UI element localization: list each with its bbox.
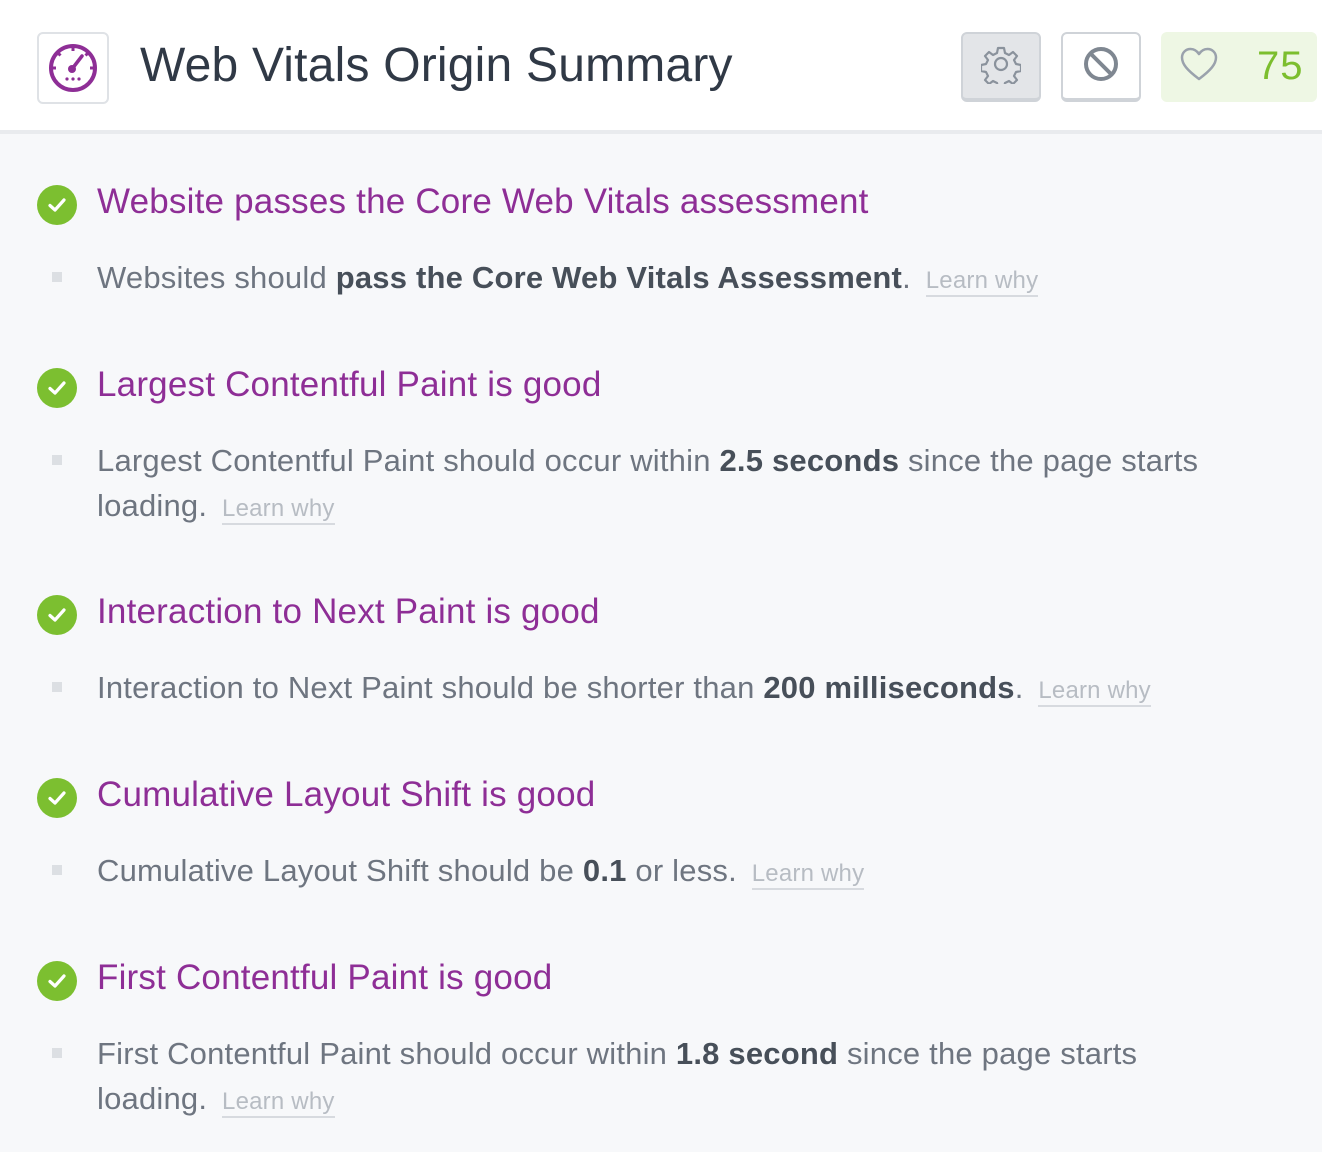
audit-title: Interaction to Next Paint is good (97, 592, 600, 631)
bullet-marker (52, 682, 62, 692)
bullet-marker (52, 865, 62, 875)
learn-why-link[interactable]: Learn why (222, 1088, 335, 1118)
speedometer-icon (37, 32, 109, 104)
audit-description: Largest Contentful Paint should occur wi… (97, 443, 1199, 525)
score-value: 75 (1257, 44, 1304, 88)
page-title: Web Vitals Origin Summary (140, 39, 733, 92)
disable-button[interactable] (1061, 32, 1141, 102)
check-icon (37, 368, 77, 408)
audit-description: Cumulative Layout Shift should be 0.1 or… (97, 853, 865, 890)
learn-why-link[interactable]: Learn why (1038, 677, 1151, 707)
audit-title: Largest Contentful Paint is good (97, 365, 602, 404)
audit-description: Interaction to Next Paint should be shor… (97, 670, 1151, 707)
learn-why-link[interactable]: Learn why (222, 495, 335, 525)
check-icon (37, 595, 77, 635)
bullet-marker (52, 455, 62, 465)
favorite-score-button[interactable]: 75 (1161, 32, 1317, 102)
block-icon (1081, 44, 1121, 89)
settings-button[interactable] (961, 32, 1041, 102)
learn-why-link[interactable]: Learn why (925, 267, 1039, 297)
check-icon (37, 185, 77, 225)
header-bar: Web Vitals Origin Summary 75 (0, 0, 1322, 134)
heart-icon (1179, 45, 1219, 90)
gear-icon (979, 44, 1023, 89)
audit-title: First Contentful Paint is good (97, 958, 553, 997)
check-icon (37, 961, 77, 1001)
audit-description: First Contentful Paint should occur with… (97, 1036, 1138, 1118)
learn-why-link[interactable]: Learn why (751, 860, 865, 890)
audit-title: Cumulative Layout Shift is good (97, 775, 596, 814)
check-icon (37, 778, 77, 818)
bullet-marker (52, 1048, 62, 1058)
audit-title: Website passes the Core Web Vitals asses… (97, 182, 869, 221)
audit-description: Websites should pass the Core Web Vitals… (97, 260, 1039, 297)
bullet-marker (52, 272, 62, 282)
